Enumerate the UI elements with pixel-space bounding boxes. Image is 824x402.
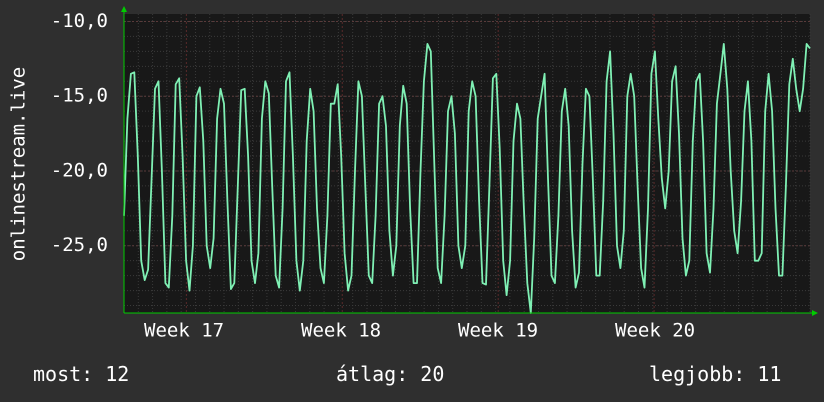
summary-current-label: most:: [33, 362, 94, 386]
y-axis-arrow: [121, 6, 127, 12]
y-tick-label: -15,0: [51, 85, 108, 107]
y-tick-label: -10,0: [51, 10, 108, 32]
x-tick-labels: Week 17 Week 18 Week 19 Week 20: [144, 320, 695, 342]
summary-current: most: 12: [33, 362, 129, 386]
x-tick-label: Week 18: [301, 320, 381, 342]
summary-average-value: 20: [420, 362, 445, 386]
y-tick-labels: -10,0 -15,0 -20,0 -25,0: [51, 10, 108, 256]
summary-best: legjobb: 11: [649, 362, 781, 386]
x-tick-label: Week 17: [144, 320, 224, 342]
chart-svg: -10,0-15,0-20,0-25,0 Week 17 Week 18 Week …: [8, 6, 818, 342]
x-tick-label: Week 20: [615, 320, 695, 342]
summary-average: átlag: 20: [336, 362, 444, 386]
summary-current-value: 12: [105, 362, 130, 386]
y-tick-label: -25,0: [51, 234, 108, 256]
y-axis-label: onlinestream.live: [8, 67, 30, 261]
summary-best-label: legjobb:: [649, 362, 746, 386]
summary-best-value: 11: [757, 362, 782, 386]
x-tick-label: Week 19: [458, 320, 538, 342]
summary-average-label: átlag:: [336, 362, 409, 386]
chart: -10,0 -15,0 -20,0 -25,0 Week 17 Week 18 Week …: [0, 0, 824, 402]
x-axis-arrow: [812, 310, 818, 316]
y-tick-label: -20,0: [51, 159, 108, 181]
